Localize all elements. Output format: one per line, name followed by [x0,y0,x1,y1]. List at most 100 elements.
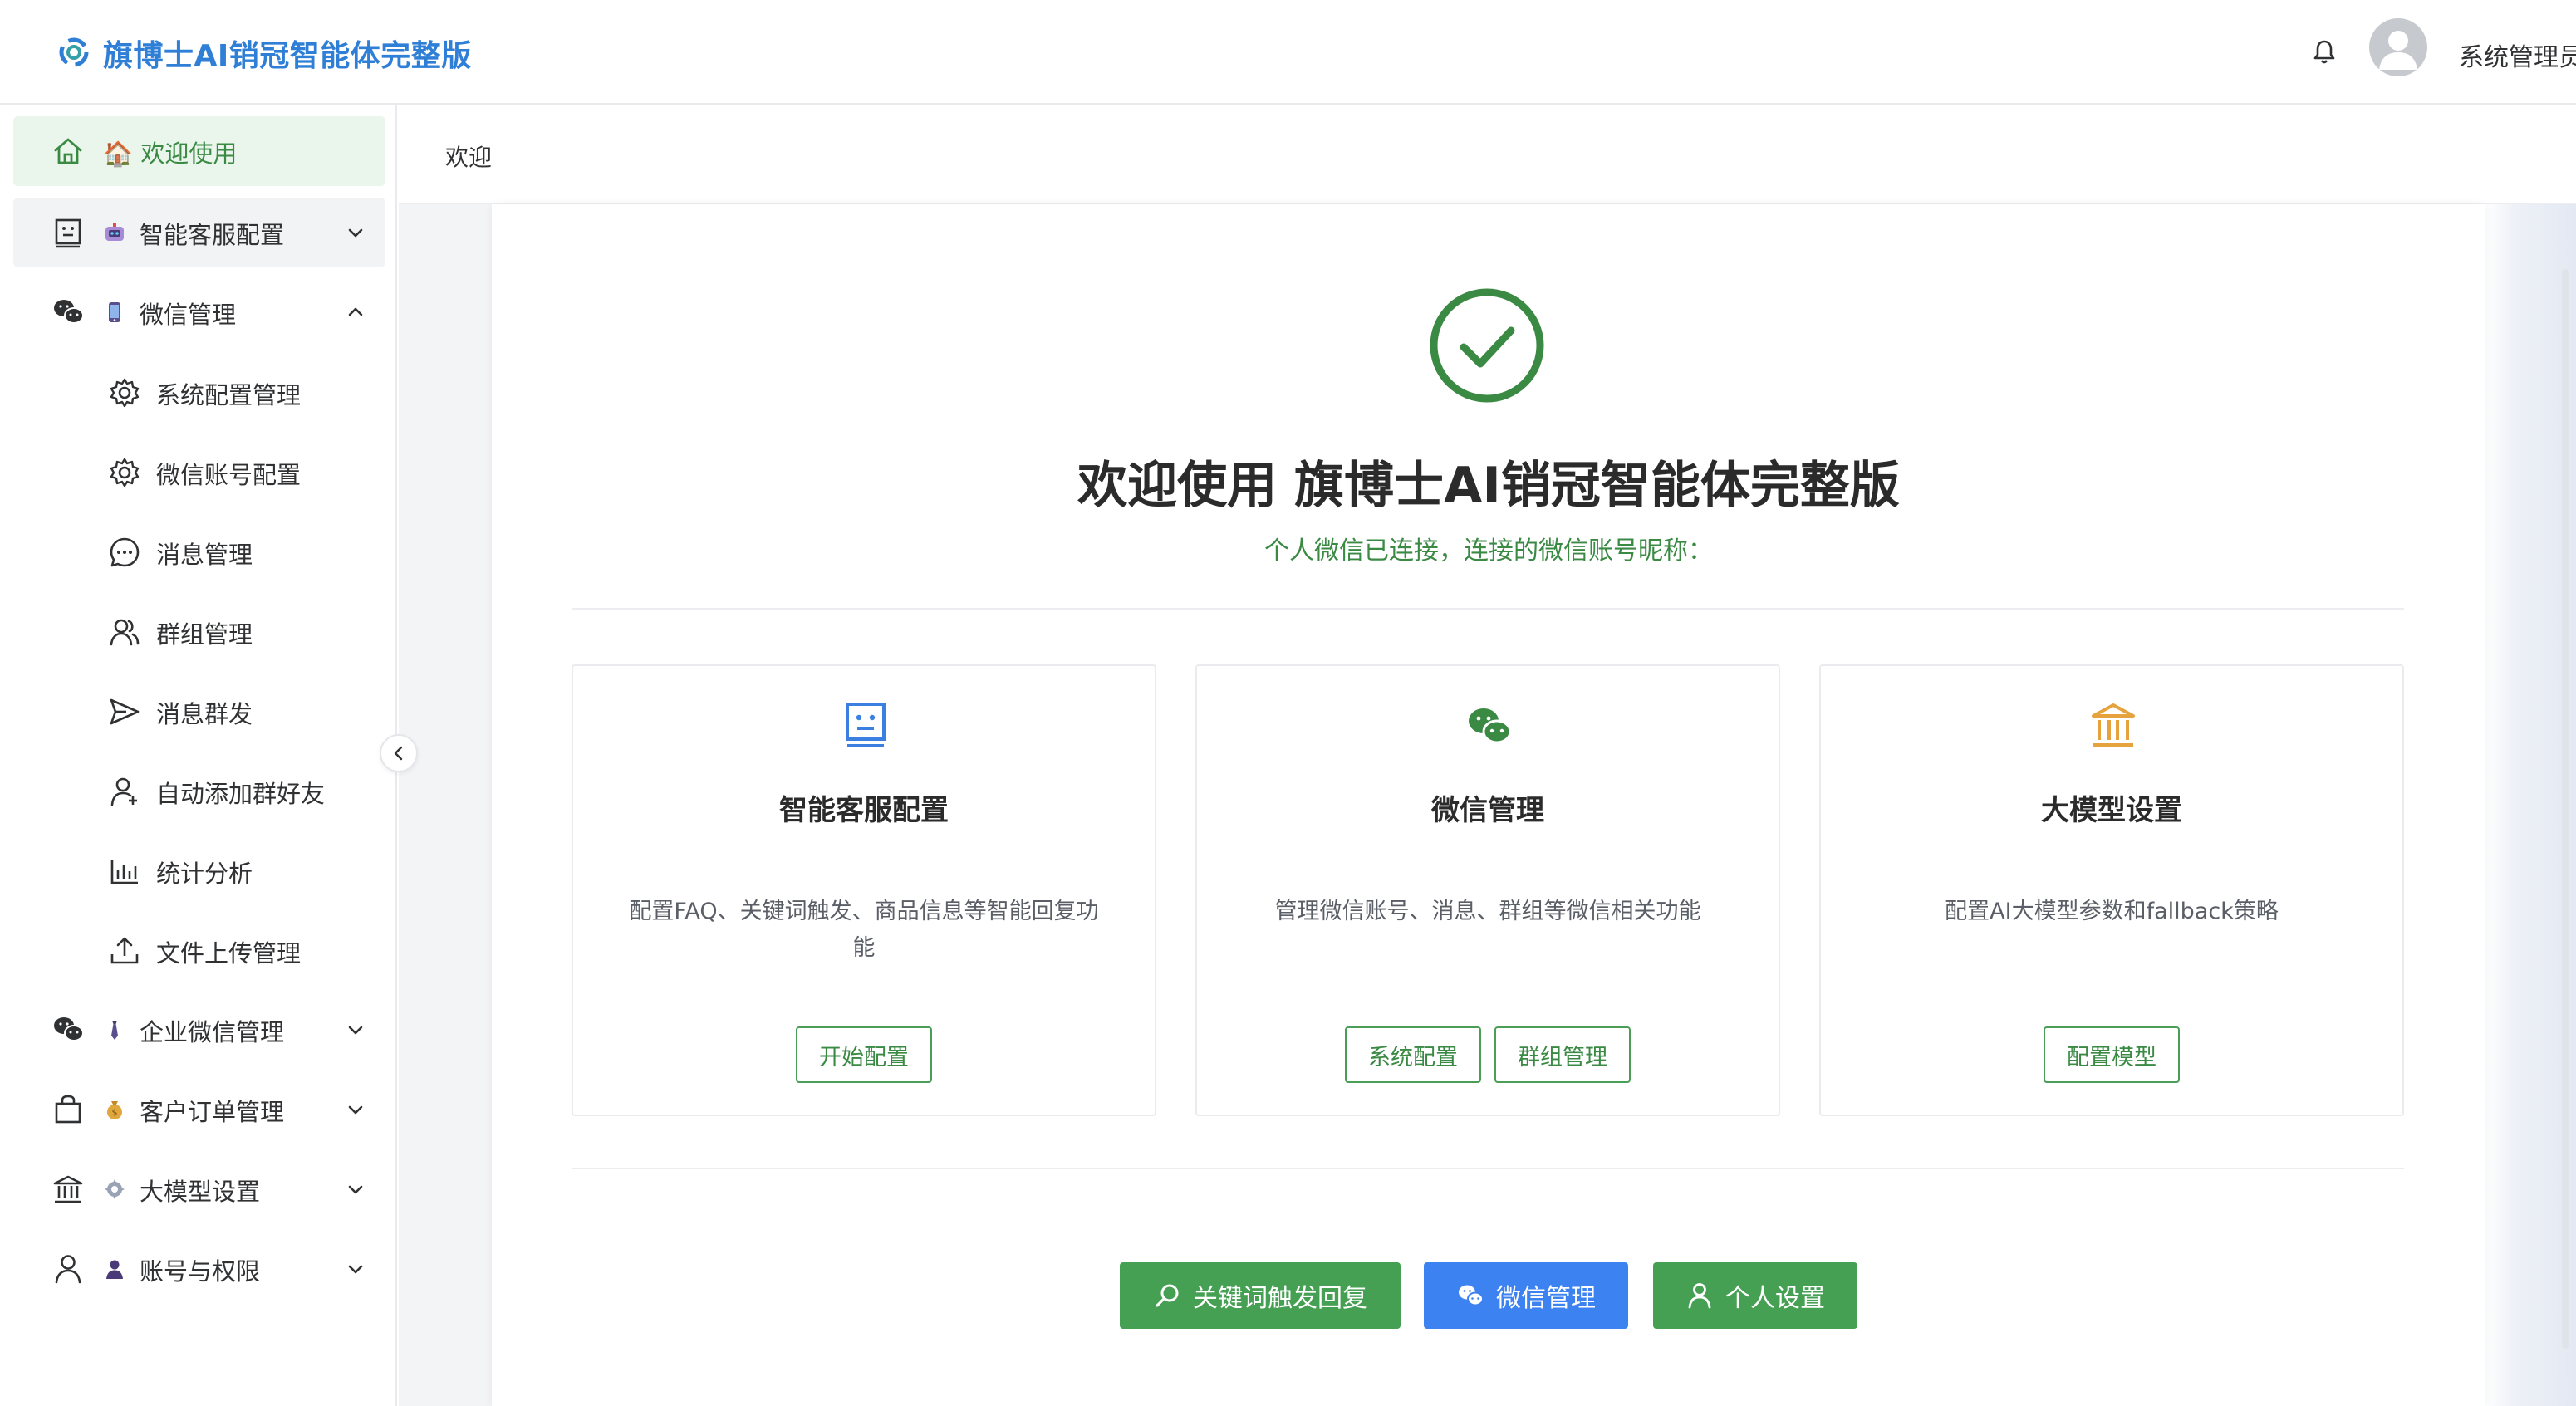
sidebar-item-llm-settings[interactable]: 大模型设置 [13,1154,385,1224]
feature-description: 管理微信账号、消息、群组等微信相关功能 [1274,899,1701,924]
sidebar-item-label: 微信管理 [140,301,237,329]
sidebar: 🏠 欢迎使用 智能客服配置 微信管理 系统配置管理 微信账号配置 消息管理 群组… [0,105,397,1406]
sidebar-item-label: 企业微信管理 [140,1018,285,1046]
group-icon [110,619,140,646]
feature-title: 微信管理 [1431,794,1544,827]
chevron-down-icon [348,1265,363,1274]
system-config-button[interactable]: 系统配置 [1345,1026,1481,1083]
robot-icon [55,218,81,248]
bell-icon[interactable] [2309,37,2339,66]
sidebar-subitem-label: 统计分析 [156,860,253,888]
action-label: 个人设置 [1725,1284,1825,1313]
sidebar-item-label: 客户订单管理 [140,1098,285,1126]
sidebar-item-label: 账号与权限 [140,1257,261,1286]
robot-emoji-icon [105,223,124,241]
chat-bubble-icon [110,537,140,567]
search-icon [1156,1284,1179,1307]
config-model-button[interactable]: 配置模型 [2044,1026,2180,1083]
upload-icon [110,937,139,964]
check-circle-icon [1430,288,1544,403]
chevron-down-icon [348,1105,363,1115]
sidebar-subitem-label: 消息管理 [156,541,253,569]
group-management-button[interactable]: 群组管理 [1494,1026,1631,1083]
chevron-up-icon [348,307,363,316]
app-logo-icon [59,37,89,67]
home-icon [54,138,82,164]
wechat-icon [1459,1285,1484,1306]
sidebar-subitem-wechat-account[interactable]: 微信账号配置 [0,438,397,507]
feature-description: 配置FAQ、关键词触发、商品信息等智能回复功能 [629,899,1099,961]
sidebar-subitem-groups[interactable]: 群组管理 [0,597,397,667]
start-config-button[interactable]: 开始配置 [796,1026,932,1083]
wechat-icon [1469,708,1512,744]
user-icon [55,1255,81,1284]
feature-buttons: 系统配置 群组管理 [1197,1026,1779,1083]
sidebar-subitem-system-config[interactable]: 系统配置管理 [0,358,397,428]
wechat-icon [54,300,84,324]
welcome-card: 欢迎使用 旗博士AI销冠智能体完整版 个人微信已连接，连接的微信账号昵称： 智能… [492,204,2485,1406]
sidebar-subitem-label: 系统配置管理 [156,381,302,409]
personal-settings-button[interactable]: 个人设置 [1653,1262,1857,1329]
shopping-bag-icon [55,1095,81,1124]
sidebar-subitem-label: 微信账号配置 [156,461,302,489]
sidebar-subitem-label: 群组管理 [156,620,253,649]
feature-card-wechat: 微信管理 管理微信账号、消息、群组等微信相关功能 系统配置 群组管理 [1195,664,1780,1116]
chevron-down-icon [348,1026,363,1035]
robot-icon [846,703,886,747]
divider [572,608,2404,610]
page-title: 欢迎使用 旗博士AI销冠智能体完整版 [1077,457,1900,515]
feature-buttons: 配置模型 [1821,1026,2402,1083]
sidebar-subitem-statistics[interactable]: 统计分析 [0,836,397,906]
gear-icon [110,378,140,408]
money-bag-emoji-icon: $ [107,1101,122,1119]
divider [572,1168,2404,1169]
sidebar-item-welcome[interactable]: 🏠 欢迎使用 [13,116,385,186]
chevron-down-icon [348,228,363,238]
bank-icon [2092,703,2135,747]
feature-buttons: 开始配置 [573,1026,1155,1083]
feature-card-llm: 大模型设置 配置AI大模型参数和fallback策略 配置模型 [1819,664,2404,1116]
main-content: 欢迎使用 旗博士AI销冠智能体完整版 个人微信已连接，连接的微信账号昵称： 智能… [399,204,2576,1406]
bank-icon [53,1175,83,1203]
gear-emoji-icon [105,1179,125,1199]
sidebar-item-wechat[interactable]: 微信管理 [13,277,385,347]
feature-card-smart-service: 智能客服配置 配置FAQ、关键词触发、商品信息等智能回复功能 开始配置 [572,664,1156,1116]
chevron-left-icon [394,746,403,761]
avatar[interactable] [2369,18,2427,76]
sidebar-item-orders[interactable]: $ 客户订单管理 [13,1075,385,1144]
feature-title: 大模型设置 [2041,794,2182,827]
sidebar-item-label: 大模型设置 [140,1178,261,1206]
phone-emoji-icon [109,302,120,322]
sidebar-subitem-label: 文件上传管理 [156,939,302,968]
sidebar-subitem-broadcast[interactable]: 消息群发 [0,677,397,747]
sidebar-subitem-label: 消息群发 [156,700,253,728]
sidebar-subitem-messages[interactable]: 消息管理 [0,517,397,587]
wechat-icon [54,1017,84,1041]
svg-text:$: $ [112,1107,118,1118]
top-header: 旗博士AI销冠智能体完整版 系统管理员 [0,0,2576,105]
sidebar-collapse-button[interactable] [380,734,418,772]
sidebar-subitem-file-upload[interactable]: 文件上传管理 [0,916,397,986]
chevron-down-icon [348,1185,363,1194]
user-add-icon [110,777,137,806]
person-emoji-icon [106,1260,123,1279]
sidebar-item-label: 🏠 欢迎使用 [103,140,238,168]
gear-icon [110,458,140,487]
sidebar-item-accounts[interactable]: 账号与权限 [13,1234,385,1304]
scrollbar[interactable] [2562,269,2569,1349]
breadcrumb-bar: 欢迎 [399,105,2576,204]
user-icon [1688,1283,1711,1309]
action-label: 关键词触发回复 [1193,1284,1367,1313]
sidebar-subitem-auto-add-friends[interactable]: 自动添加群好友 [0,757,397,826]
sidebar-item-label: 智能客服配置 [140,221,285,249]
app-title: 旗博士AI销冠智能体完整版 [103,39,472,73]
keyword-reply-button[interactable]: 关键词触发回复 [1120,1262,1401,1329]
bar-chart-icon [110,860,138,884]
feature-description: 配置AI大模型参数和fallback策略 [1945,899,2279,924]
breadcrumb[interactable]: 欢迎 [445,140,492,173]
sidebar-item-enterprise-wechat[interactable]: 企业微信管理 [13,995,385,1065]
sidebar-subitem-label: 自动添加群好友 [156,780,326,808]
sidebar-item-smart-service[interactable]: 智能客服配置 [13,198,385,267]
user-name[interactable]: 系统管理员 [2459,37,2576,73]
wechat-management-button[interactable]: 微信管理 [1424,1262,1628,1329]
